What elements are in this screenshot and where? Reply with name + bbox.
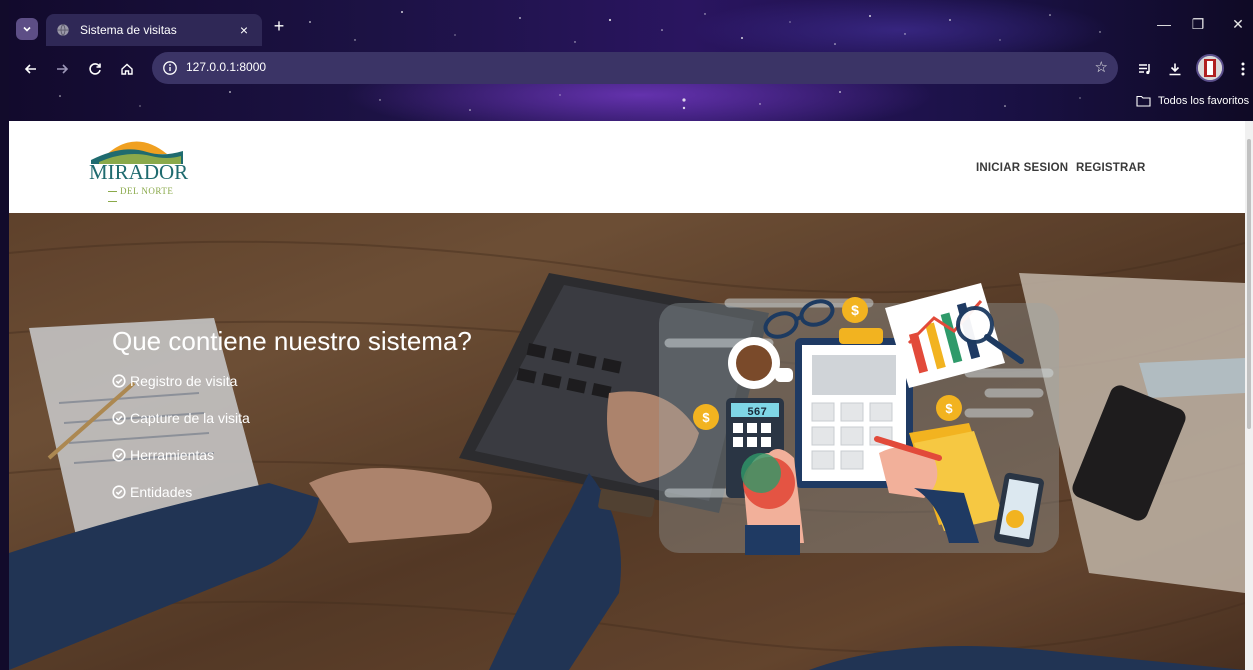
all-bookmarks-button[interactable]: Todos los favoritos: [1136, 95, 1249, 107]
logo-wordmark: MIRADOR: [89, 160, 189, 184]
chevron-down-icon: [23, 26, 31, 32]
back-icon: [24, 64, 36, 74]
forward-button[interactable]: [51, 58, 73, 80]
home-button[interactable]: [116, 58, 138, 80]
svg-text:567: 567: [747, 407, 767, 419]
web-page: MIRADOR DEL NORTE INICIAR SESION REGISTR…: [9, 121, 1245, 670]
feature-label: Capture de la visita: [130, 410, 250, 426]
avatar: [1198, 56, 1222, 80]
downloads-button[interactable]: [1164, 58, 1186, 80]
kebab-menu-icon: [1241, 62, 1245, 76]
browser-tab[interactable]: Sistema de visitas ×: [46, 14, 262, 46]
hero-section: $ 567 $ $ Que contiene nuestro sistema? …: [9, 213, 1245, 670]
check-circle-icon: [112, 374, 126, 388]
url-text[interactable]: 127.0.0.1:8000: [186, 60, 266, 74]
folder-icon: [1136, 95, 1151, 107]
home-icon: [121, 63, 133, 75]
reload-icon: [89, 63, 101, 75]
restore-button[interactable]: ❐: [1186, 16, 1210, 33]
feature-label: Registro de visita: [130, 373, 238, 389]
nav-login-link[interactable]: INICIAR SESION: [976, 162, 1068, 174]
reload-button[interactable]: [84, 58, 106, 80]
site-logo[interactable]: MIRADOR DEL NORTE: [87, 134, 189, 199]
star-icon[interactable]: ☆: [1095, 58, 1108, 76]
hero-background-illustration: $ 567 $ $: [9, 213, 1245, 670]
profile-avatar[interactable]: [1196, 54, 1224, 82]
feature-item-capture: Capture de la visita: [112, 410, 250, 426]
tab-close-button[interactable]: ×: [240, 22, 248, 38]
feature-item-herramientas: Herramientas: [112, 447, 214, 463]
address-bar[interactable]: 127.0.0.1:8000 ☆: [152, 52, 1118, 84]
back-button[interactable]: [20, 58, 42, 80]
feature-label: Herramientas: [130, 447, 215, 463]
svg-text:$: $: [851, 302, 859, 318]
tab-search-button[interactable]: [16, 18, 38, 40]
nav-register-link[interactable]: REGISTRAR: [1076, 162, 1146, 174]
page-scrollbar[interactable]: [1245, 121, 1253, 670]
feature-item-registro: Registro de visita: [112, 373, 237, 389]
feature-item-entidades: Entidades: [112, 484, 192, 500]
logo-subtitle: DEL NORTE: [105, 186, 187, 206]
download-icon: [1169, 63, 1181, 76]
scrollbar-thumb[interactable]: [1247, 139, 1251, 429]
browser-chrome: Sistema de visitas × + — ❐ ✕ 127.0.0.1:8…: [0, 0, 1253, 121]
globe-icon: [57, 24, 69, 36]
new-tab-button[interactable]: +: [268, 16, 290, 37]
window-edge: [0, 0, 9, 670]
feature-label: Entidades: [130, 484, 193, 500]
browser-menu-button[interactable]: [1232, 58, 1253, 80]
check-circle-icon: [112, 485, 126, 499]
check-circle-icon: [112, 411, 126, 425]
info-icon[interactable]: [162, 60, 178, 76]
tab-title: Sistema de visitas: [80, 23, 177, 37]
svg-text:$: $: [945, 401, 953, 416]
forward-icon: [57, 64, 69, 74]
media-controls-button[interactable]: [1134, 58, 1156, 80]
minimize-button[interactable]: —: [1152, 16, 1176, 32]
media-icon: [1139, 64, 1150, 75]
check-circle-icon: [112, 448, 126, 462]
close-window-button[interactable]: ✕: [1226, 16, 1250, 33]
bookmarks-label: Todos los favoritos: [1158, 95, 1250, 107]
hero-title: Que contiene nuestro sistema?: [112, 326, 472, 356]
svg-text:$: $: [702, 410, 710, 425]
